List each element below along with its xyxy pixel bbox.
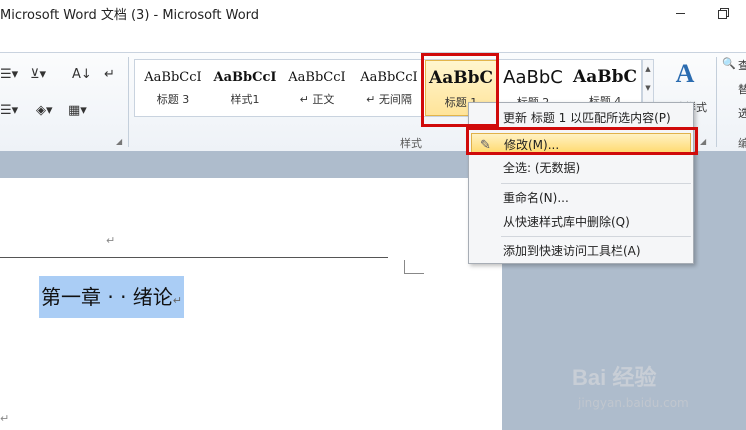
menu-item-label: 重命名(N)... [503, 191, 569, 205]
style-sample: AaBbC [573, 67, 637, 87]
style-name: 样式1 [230, 93, 260, 106]
paragraph-launcher-icon[interactable]: ◢ [116, 137, 122, 146]
menu-item-label: 全选: (无数据) [503, 161, 581, 175]
selected-heading[interactable]: 第一章 · · 绪论↵ [39, 276, 185, 318]
change-styles-icon: A [675, 59, 695, 88]
editing-group-label: 编 [738, 137, 746, 150]
annotation-box-heading1 [421, 53, 499, 127]
menu-item-label: 从快速样式库中删除(Q) [503, 215, 630, 229]
style-sample: AaBbCcI [360, 70, 418, 85]
list-icon[interactable]: ☰▾ [0, 67, 18, 82]
sort-icon[interactable]: A↓ [72, 67, 92, 82]
scroll-down-icon[interactable]: ▼ [643, 79, 653, 98]
title-bar: Microsoft Word 文档 (3) - Microsoft Word [0, 0, 746, 28]
multilevel-list-icon[interactable]: ⊻▾ [30, 67, 46, 82]
watermark: Bai 经验 jingyan.baidu.com [572, 360, 742, 420]
scroll-up-icon[interactable]: ▲ [643, 60, 653, 79]
menu-separator [501, 183, 691, 184]
group-separator [128, 57, 129, 147]
menu-item-rename[interactable]: 重命名(N)... [471, 187, 691, 209]
window-title: Microsoft Word 文档 (3) - Microsoft Word [0, 8, 260, 23]
paragraph-mark: ↵ [0, 412, 10, 425]
menu-separator [501, 236, 691, 237]
watermark-url: jingyan.baidu.com [578, 396, 689, 410]
style-sample: AaBbCcI [288, 70, 346, 85]
menu-item-add-to-quick-access[interactable]: 添加到快速访问工具栏(A) [471, 240, 691, 262]
menu-item-label: 添加到快速访问工具栏(A) [503, 244, 641, 258]
replace-label[interactable]: 替 [738, 81, 746, 97]
paragraph-mark: ↵ [172, 294, 183, 307]
find-icon[interactable]: 🔍 [722, 57, 736, 70]
style-tile-heading3[interactable]: AaBbCcI 标题 3 [137, 60, 209, 116]
menu-item-select-all[interactable]: 全选: (无数据) [471, 157, 691, 179]
style-sample: AaBbCcI [144, 70, 202, 85]
minimize-icon[interactable] [668, 4, 692, 22]
style-sample: AaBbCcI [213, 70, 277, 85]
align-icon[interactable]: ☰▾ [0, 103, 18, 118]
group-separator [716, 57, 717, 147]
border-icon[interactable]: ▦▾ [68, 103, 87, 118]
find-label[interactable]: 查 [738, 57, 746, 73]
menu-item-label: 更新 标题 1 以匹配所选内容(P) [503, 111, 671, 125]
show-marks-icon[interactable]: ↵ [104, 67, 115, 82]
styles-group-label: 样式 [400, 137, 422, 150]
paragraph-mark: ↵ [106, 234, 116, 247]
style-tile-normal[interactable]: AaBbCcI ↵ 正文 [281, 60, 353, 116]
shading-icon[interactable]: ◈▾ [36, 103, 53, 118]
style-tile-style1[interactable]: AaBbCcI 样式1 [209, 60, 281, 116]
style-sample: AaBbC [503, 67, 563, 88]
margin-corner-mark [404, 260, 424, 274]
annotation-box-modify [466, 127, 698, 155]
menu-item-update-heading[interactable]: 更新 标题 1 以匹配所选内容(P) [471, 107, 691, 129]
header-divider [0, 257, 388, 258]
style-name: ↵ 无间隔 [366, 93, 412, 106]
select-label[interactable]: 选 [738, 105, 746, 121]
watermark-logo: Bai 经验 [572, 365, 657, 390]
style-name: ↵ 正文 [299, 93, 335, 106]
restore-icon[interactable] [710, 3, 734, 23]
style-tile-no-spacing[interactable]: AaBbCcI ↵ 无间隔 [353, 60, 425, 116]
heading-text: 第一章 · · 绪论 [41, 285, 173, 309]
style-name: 标题 3 [156, 93, 190, 106]
menu-item-remove-from-gallery[interactable]: 从快速样式库中删除(Q) [471, 211, 691, 233]
styles-launcher-icon[interactable]: ◢ [700, 137, 706, 146]
